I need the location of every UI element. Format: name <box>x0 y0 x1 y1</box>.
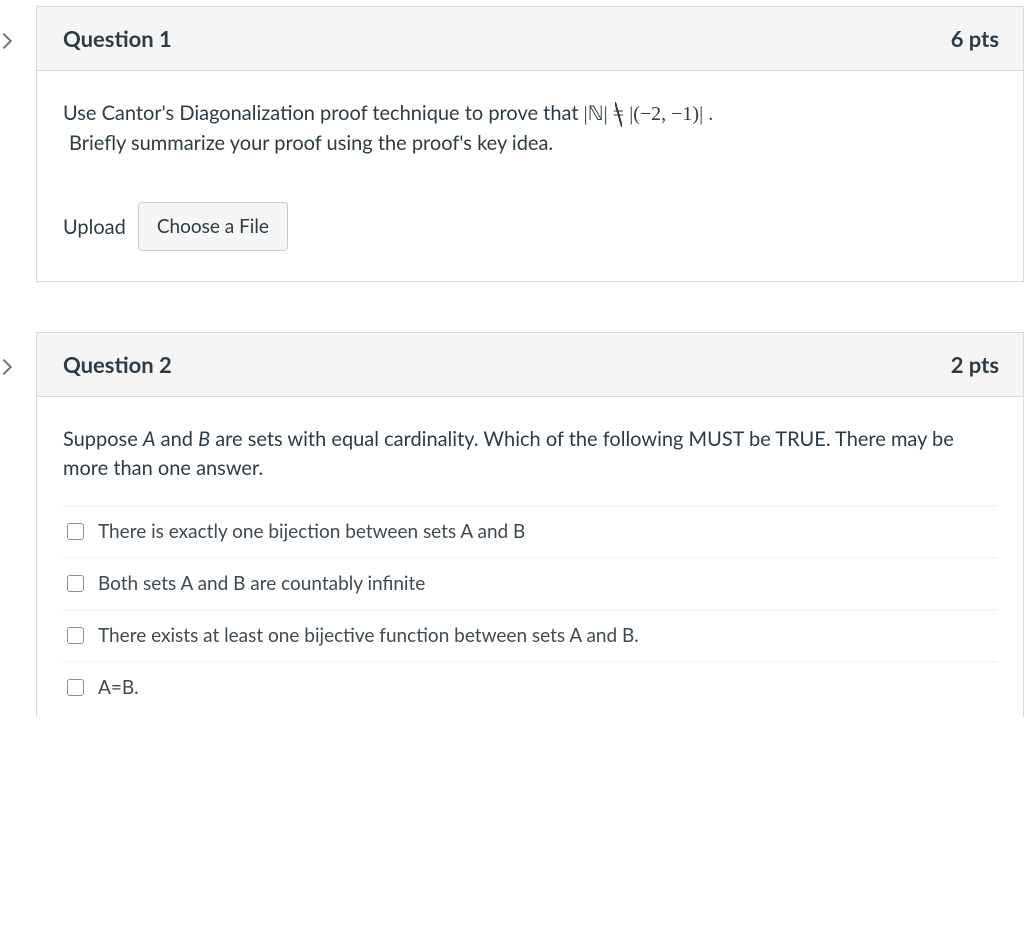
option-row[interactable]: A=B. <box>63 661 997 713</box>
q2-p-A: A <box>143 427 156 451</box>
chevron-right-icon <box>0 356 16 378</box>
option-label: Both sets A and B are countably infinite <box>98 572 425 595</box>
checkbox[interactable] <box>67 679 84 696</box>
chevron-right-icon <box>0 30 16 52</box>
question-1-body: Use Cantor's Diagonalization proof techn… <box>37 71 1023 281</box>
question-2-points: 2 pts <box>951 351 999 378</box>
q1-prompt-text-pre: Use Cantor's Diagonalization proof techn… <box>63 101 584 125</box>
q1-math-rhs: |(−2, −1)| <box>629 103 703 125</box>
checkbox[interactable] <box>67 523 84 540</box>
q1-math-neq: = <box>613 100 624 129</box>
choose-file-button[interactable]: Choose a File <box>138 202 288 251</box>
q2-p-b: and <box>156 427 199 451</box>
option-row[interactable]: There exists at least one bijective func… <box>63 609 997 661</box>
quiz-page: Question 1 6 pts Use Cantor's Diagonaliz… <box>0 6 1024 737</box>
q2-p-a: Suppose <box>63 427 143 451</box>
question-1-points: 6 pts <box>951 25 999 52</box>
question-1-header: Question 1 6 pts <box>37 7 1023 71</box>
question-2-status-icon <box>0 356 24 378</box>
question-1-row: Question 1 6 pts Use Cantor's Diagonaliz… <box>0 6 1024 282</box>
q1-math-period: . <box>708 103 713 125</box>
question-2-prompt: Suppose A and B are sets with equal card… <box>63 425 997 483</box>
q1-prompt-line2: Briefly summarize your proof using the p… <box>69 129 997 158</box>
question-1: Question 1 6 pts Use Cantor's Diagonaliz… <box>36 6 1024 282</box>
question-1-title: Question 1 <box>63 25 172 52</box>
option-label: There exists at least one bijective func… <box>98 624 639 647</box>
option-row[interactable]: Both sets A and B are countably infinite <box>63 557 997 609</box>
upload-label: Upload <box>63 205 138 249</box>
question-2-options: There is exactly one bijection between s… <box>63 505 997 713</box>
question-1-status-icon <box>0 30 24 52</box>
question-2-row: Question 2 2 pts Suppose A and B are set… <box>0 332 1024 717</box>
option-label: A=B. <box>98 676 139 699</box>
question-2-body: Suppose A and B are sets with equal card… <box>37 397 1023 717</box>
q2-p-B: B <box>198 427 210 451</box>
question-2-title: Question 2 <box>63 351 172 378</box>
question-1-prompt: Use Cantor's Diagonalization proof techn… <box>63 99 997 158</box>
option-label: There is exactly one bijection between s… <box>98 520 525 543</box>
question-2-header: Question 2 2 pts <box>37 333 1023 397</box>
upload-row: Upload Choose a File <box>63 202 997 251</box>
question-2: Question 2 2 pts Suppose A and B are set… <box>36 332 1024 717</box>
file-name-display <box>288 202 997 251</box>
checkbox[interactable] <box>67 575 84 592</box>
q1-math-lhs: |ℕ| <box>584 103 608 125</box>
checkbox[interactable] <box>67 627 84 644</box>
option-row[interactable]: There is exactly one bijection between s… <box>63 505 997 557</box>
